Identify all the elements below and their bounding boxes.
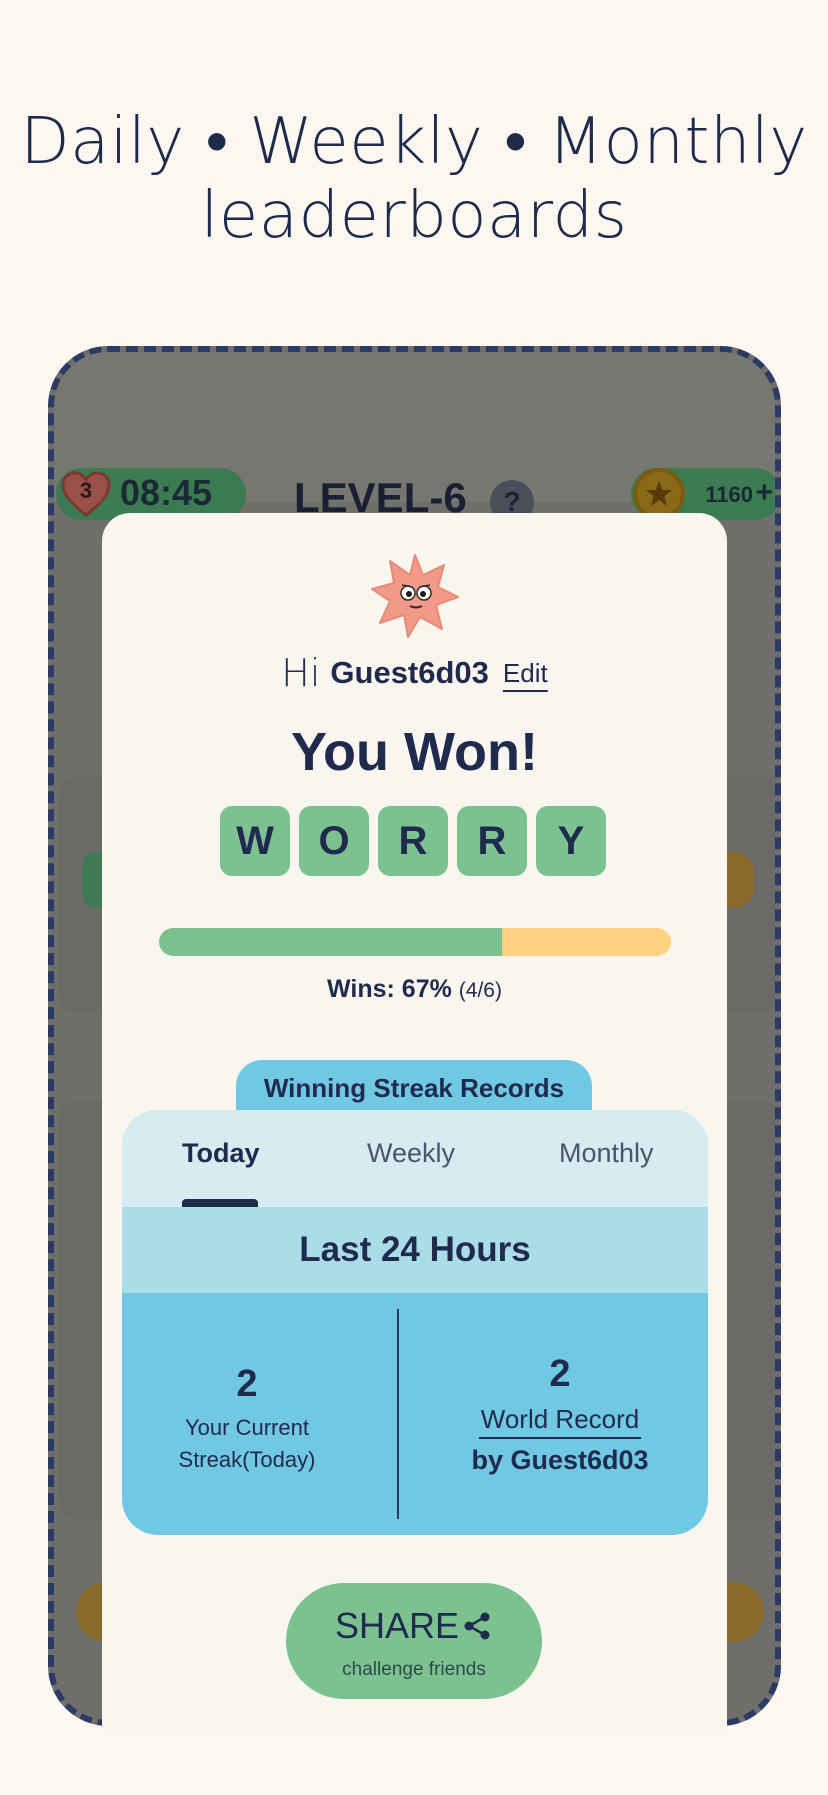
greeting-text: Hi [281, 651, 321, 695]
tab-weekly[interactable]: Weekly [367, 1138, 455, 1169]
letter-tile: Y [536, 806, 606, 876]
username: Guest6d03 [330, 655, 489, 690]
promo-headline: Daily • Weekly • Monthly leaderboards [0, 105, 828, 253]
world-record-value: 2 [549, 1353, 571, 1395]
world-record-holder: by Guest6d03 [471, 1445, 649, 1475]
tab-today[interactable]: Today [182, 1138, 260, 1169]
current-streak-value: 2 [236, 1363, 258, 1405]
world-record: 2 World Record by Guest6d03 [412, 1353, 708, 1476]
letter-tile: O [299, 806, 369, 876]
wins-percent: 67% [401, 975, 452, 1003]
letter-tile: W [220, 806, 290, 876]
win-modal: Hi Guest6d03 Edit You Won! W O R R Y Wins:… [102, 513, 727, 1733]
starfish-mascot-icon [371, 554, 459, 638]
current-streak-caption: Streak(Today) [178, 1447, 316, 1472]
share-icon [464, 1612, 490, 1640]
timer-value: 08:45 [120, 472, 213, 513]
add-coins-button[interactable]: + [755, 476, 773, 510]
edit-username-link[interactable]: Edit [503, 658, 548, 688]
period-tabs: Today Weekly Monthly [122, 1110, 708, 1207]
tab-monthly[interactable]: Monthly [559, 1138, 654, 1169]
current-streak: 2 Your Current Streak(Today) [122, 1363, 372, 1476]
result-title: You Won! [291, 722, 538, 782]
greeting-row: Hi Guest6d03 Edit [102, 651, 727, 695]
share-button[interactable]: SHARE challenge friends [286, 1583, 542, 1699]
streak-records-panel: Today Weekly Monthly Last 24 Hours 2 You… [122, 1110, 708, 1535]
streak-stats: 2 Your Current Streak(Today) 2 World Rec… [122, 1293, 708, 1535]
wins-summary: Wins: 67% (4/6) [102, 975, 727, 1004]
letter-tile: R [378, 806, 448, 876]
wins-ratio: (4/6) [458, 979, 502, 1002]
coins-count: 1160 [705, 482, 753, 507]
headline-line-2: leaderboards [200, 179, 628, 253]
letter-tile: R [457, 806, 527, 876]
win-rate-fill [159, 928, 503, 956]
current-streak-caption: Your Current [185, 1415, 309, 1440]
share-label: SHARE [334, 1605, 460, 1646]
world-record-link[interactable]: World Record [478, 1404, 642, 1439]
win-rate-bar [159, 928, 671, 956]
lives-count: 3 [79, 478, 93, 503]
period-label: Last 24 Hours [122, 1207, 708, 1293]
share-subtitle: challenge friends [342, 1659, 486, 1680]
streak-records-title: Winning Streak Records [236, 1060, 592, 1116]
wins-label: Wins: [327, 975, 395, 1003]
solution-word: W O R R Y [220, 806, 606, 876]
active-tab-indicator [182, 1199, 258, 1207]
headline-line-1: Daily • Weekly • Monthly [20, 105, 808, 179]
stats-divider [397, 1309, 399, 1519]
